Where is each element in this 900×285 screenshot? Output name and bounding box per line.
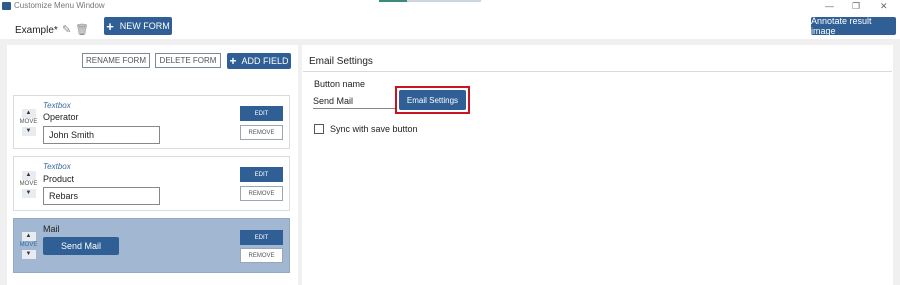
field-card-operator[interactable]: ▲ MOVE ▼ Textbox Operator John Smith EDI… [13, 95, 290, 149]
toolbar: Example* ✎ 🗑 + NEW FORM Annotate result … [0, 13, 900, 42]
field-label: Product [43, 174, 75, 184]
highlight-annotation [395, 86, 470, 114]
pencil-icon[interactable]: ✎ [62, 23, 71, 36]
edit-button[interactable]: EDIT [240, 106, 283, 121]
move-control: ▲ MOVE ▼ [20, 171, 37, 198]
move-up-icon[interactable]: ▲ [21, 171, 36, 180]
field-type: Textbox [43, 162, 71, 171]
send-mail-button[interactable]: Send Mail [43, 237, 119, 255]
divider [303, 71, 892, 72]
trash-icon[interactable]: 🗑 [75, 23, 89, 36]
sync-label: Sync with save button [330, 124, 418, 134]
add-field-label: ADD FIELD [241, 56, 289, 66]
button-name-input[interactable]: Send Mail [313, 94, 395, 109]
section-title: Email Settings [309, 56, 373, 67]
move-up-icon[interactable]: ▲ [21, 109, 36, 118]
title-bar: Customize Menu Window — ❐ ✕ [0, 0, 900, 13]
field-label: Operator [43, 112, 79, 122]
remove-button[interactable]: REMOVE [240, 125, 283, 140]
window-title: Customize Menu Window [14, 1, 105, 10]
restore-icon[interactable]: ❐ [852, 0, 860, 12]
new-form-label: NEW FORM [119, 21, 170, 31]
move-control: ▲ MOVE ▼ [20, 109, 37, 136]
move-down-icon[interactable]: ▼ [21, 250, 36, 259]
remove-button[interactable]: REMOVE [240, 248, 283, 263]
form-fields-panel: RENAME FORM DELETE FORM + ADD FIELD ▲ MO… [7, 45, 298, 285]
app-logo-icon [2, 2, 11, 10]
main-area: RENAME FORM DELETE FORM + ADD FIELD ▲ MO… [0, 39, 900, 285]
edit-button[interactable]: EDIT [240, 230, 283, 245]
close-icon[interactable]: ✕ [880, 0, 888, 12]
settings-panel: Email Settings Button name Send Mail Ema… [302, 45, 893, 285]
sync-checkbox[interactable] [314, 124, 324, 134]
progress-track [407, 0, 481, 2]
add-field-button[interactable]: + ADD FIELD [227, 53, 291, 69]
plus-icon: + [229, 54, 237, 68]
new-form-button[interactable]: + NEW FORM [104, 17, 172, 35]
move-control: ▲ MOVE ▼ [20, 232, 37, 259]
field-card-mail[interactable]: ▲ MOVE ▼ Mail Send Mail EDIT REMOVE [13, 218, 290, 273]
minimize-icon[interactable]: — [825, 0, 834, 12]
product-input[interactable]: Rebars [43, 187, 160, 205]
move-down-icon[interactable]: ▼ [21, 127, 36, 136]
move-up-icon[interactable]: ▲ [21, 232, 36, 241]
annotate-result-image-button[interactable]: Annotate result image [811, 16, 896, 36]
progress-indicator [379, 0, 407, 2]
move-label: MOVE [19, 119, 38, 125]
annotate-label: Annotate result image [811, 16, 872, 36]
move-down-icon[interactable]: ▼ [21, 189, 36, 198]
move-label: MOVE [19, 242, 38, 248]
delete-form-button[interactable]: DELETE FORM [155, 53, 221, 68]
field-type: Textbox [43, 101, 71, 110]
field-label: Mail [43, 224, 60, 234]
move-label: MOVE [19, 181, 38, 187]
edit-button[interactable]: EDIT [240, 167, 283, 182]
rename-form-button[interactable]: RENAME FORM [82, 53, 150, 68]
plus-icon: + [106, 18, 114, 34]
field-card-product[interactable]: ▲ MOVE ▼ Textbox Product Rebars EDIT REM… [13, 156, 290, 211]
button-name-label: Button name [314, 79, 366, 89]
remove-button[interactable]: REMOVE [240, 186, 283, 201]
tab-label: Example* [15, 25, 58, 36]
operator-input[interactable]: John Smith [43, 126, 160, 144]
